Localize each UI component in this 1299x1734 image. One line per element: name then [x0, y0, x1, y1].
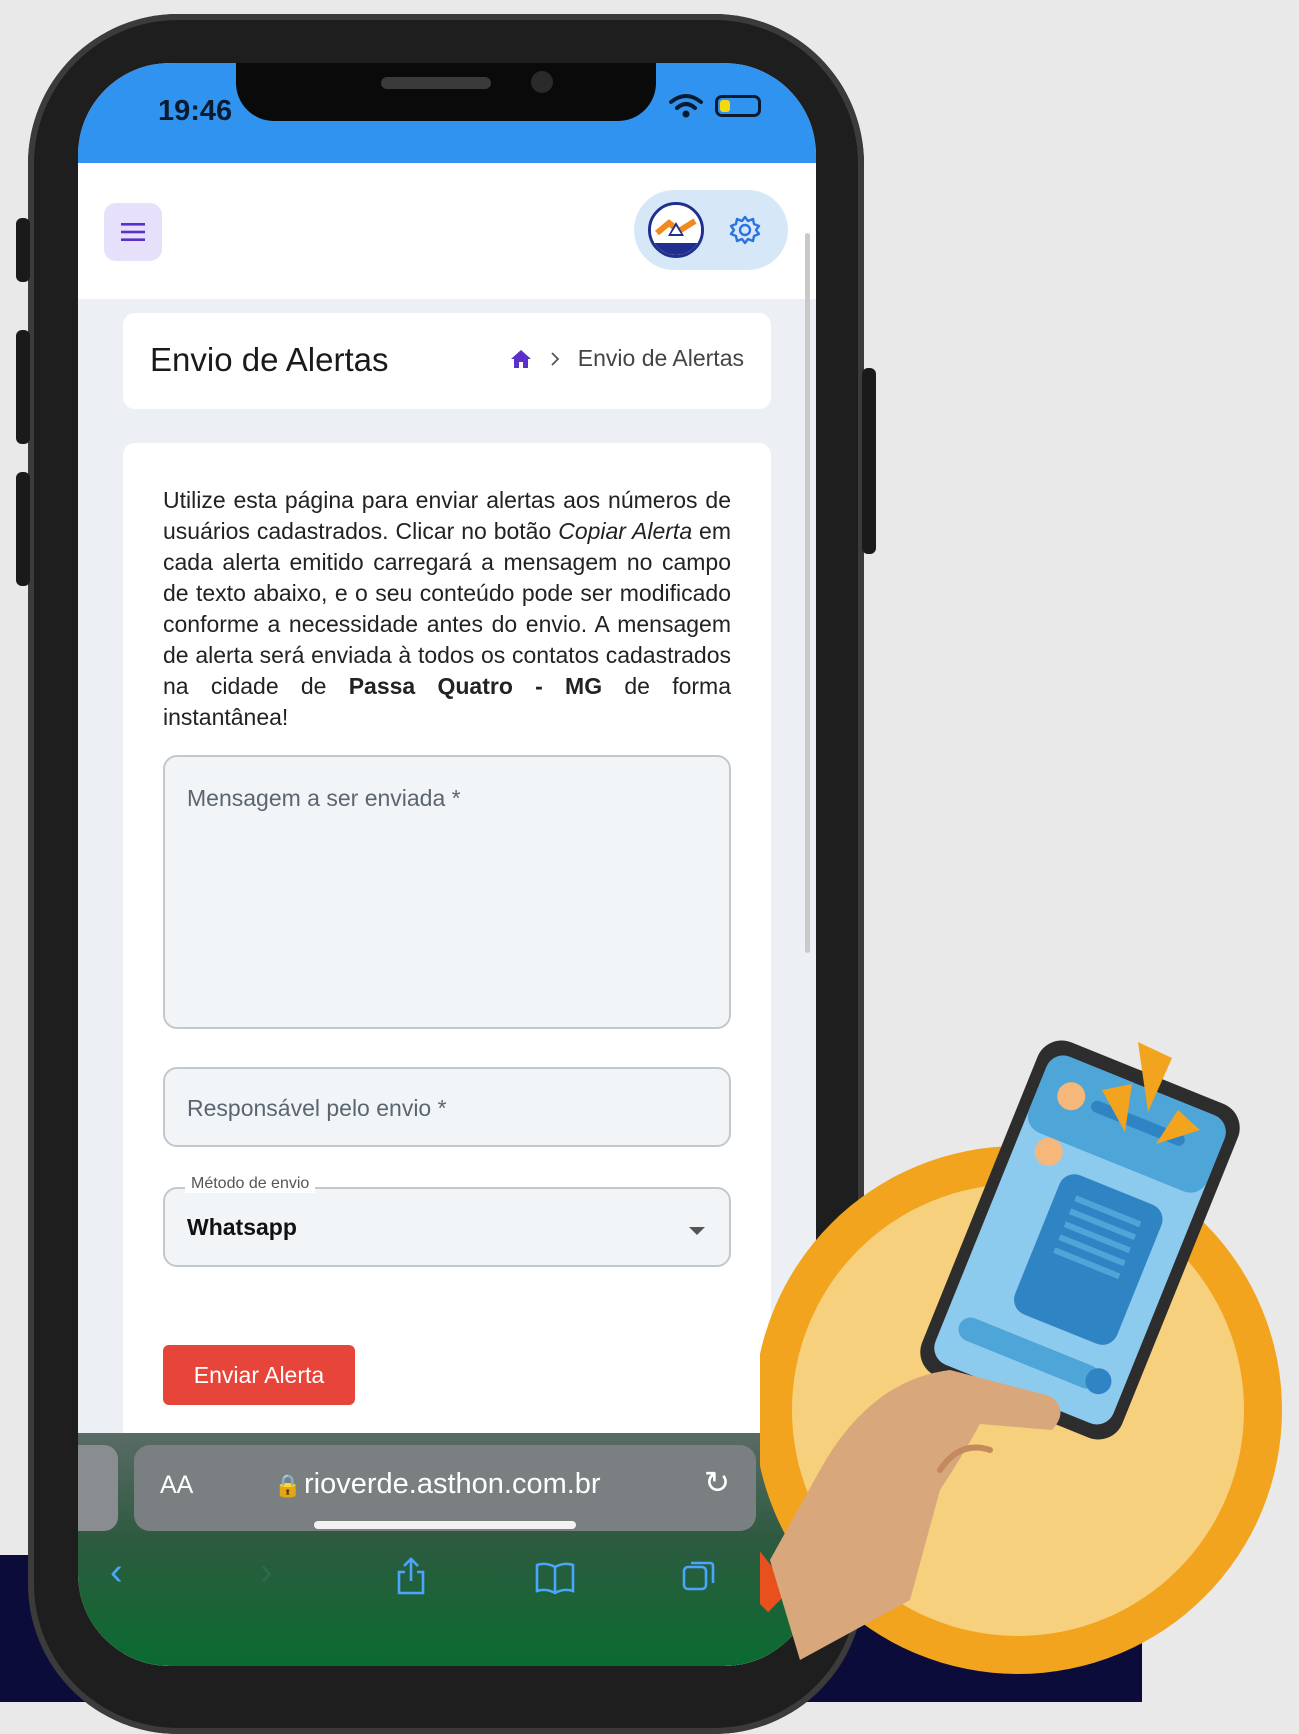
tabs-icon[interactable] — [682, 1559, 716, 1593]
address-bar[interactable]: AA 🔒 rioverde.asthon.com.br ↻ — [134, 1445, 756, 1531]
responsible-placeholder: Responsável pelo envio * — [187, 1095, 447, 1121]
send-alert-button[interactable]: Enviar Alerta — [163, 1345, 355, 1405]
wifi-icon — [669, 94, 703, 118]
send-method-select[interactable]: Método de envio Whatsapp — [163, 1175, 731, 1267]
phone-screen: 19:46 Envio de Alertas Envio de Alertas … — [78, 63, 816, 1666]
share-icon[interactable] — [396, 1557, 426, 1595]
send-method-label: Método de envio — [185, 1175, 316, 1193]
side-button-volume-up — [16, 330, 30, 444]
side-button-mute — [16, 218, 30, 282]
side-button-volume-down — [16, 472, 30, 586]
page-title: Envio de Alertas — [150, 341, 389, 378]
profile-settings-pill — [634, 190, 788, 270]
url-text: rioverde.asthon.com.br — [304, 1468, 601, 1500]
scrollbar[interactable] — [805, 233, 810, 953]
menu-button[interactable] — [104, 203, 162, 261]
responsible-input[interactable]: Responsável pelo envio * — [163, 1067, 731, 1147]
speaker-grille — [381, 77, 491, 89]
front-camera — [531, 71, 553, 93]
avatar[interactable] — [648, 202, 704, 258]
text-size-button[interactable]: AA — [160, 1471, 193, 1500]
status-icons — [669, 93, 761, 119]
status-time: 19:46 — [158, 95, 233, 127]
lock-icon: 🔒 — [274, 1473, 302, 1498]
message-textarea[interactable]: Mensagem a ser enviada * — [163, 755, 731, 1029]
page-description: Utilize esta página para enviar alertas … — [163, 487, 732, 730]
back-icon[interactable]: ‹ — [110, 1551, 123, 1594]
notch — [236, 63, 656, 121]
forward-icon[interactable]: › — [260, 1551, 273, 1594]
chevron-right-icon — [551, 351, 560, 366]
status-bar: 19:46 — [78, 63, 816, 163]
copy-alert-emphasis: Copiar Alerta — [558, 518, 693, 544]
previous-tab[interactable] — [78, 1445, 118, 1531]
city-name: Passa Quatro - MG — [348, 673, 603, 699]
message-placeholder: Mensagem a ser enviada * — [187, 785, 461, 811]
home-indicator — [314, 1521, 576, 1529]
page-title-card: Envio de Alertas Envio de Alertas — [123, 313, 771, 409]
chevron-down-icon — [689, 1227, 705, 1235]
app-header — [78, 163, 816, 299]
hamburger-icon — [121, 223, 145, 241]
browser-toolbar: AA 🔒 rioverde.asthon.com.br ↻ ‹ › — [78, 1433, 816, 1666]
send-method-value: Whatsapp — [187, 1214, 297, 1240]
breadcrumb-current: Envio de Alertas — [577, 345, 744, 371]
hand-phone-illustration — [760, 1040, 1282, 1674]
civil-defense-logo — [651, 205, 701, 255]
gear-icon[interactable] — [729, 214, 761, 246]
reload-icon[interactable]: ↻ — [704, 1465, 730, 1501]
side-button-power — [862, 368, 876, 554]
bookmarks-icon[interactable] — [534, 1561, 576, 1595]
breadcrumb: Envio de Alertas — [510, 345, 744, 372]
home-icon[interactable] — [510, 349, 532, 369]
battery-icon — [715, 95, 761, 117]
